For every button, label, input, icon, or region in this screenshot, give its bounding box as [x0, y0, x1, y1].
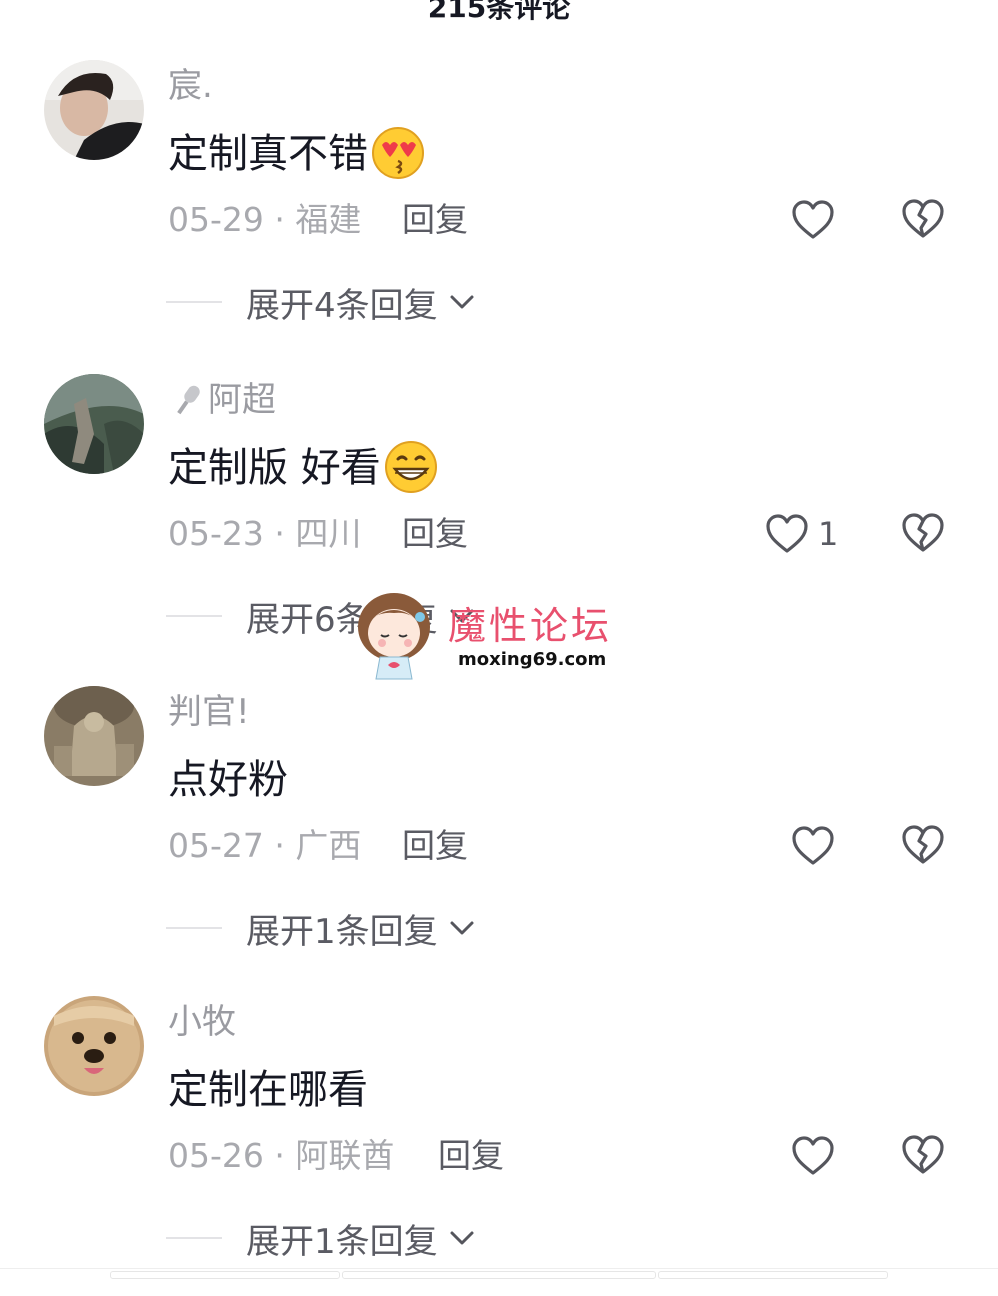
- divider-line: [166, 1237, 222, 1239]
- reply-button[interactable]: 回复: [402, 826, 468, 866]
- avatar[interactable]: [44, 686, 144, 786]
- comment-text: 定制真不错: [168, 125, 426, 181]
- dislike-button[interactable]: [900, 822, 946, 868]
- comment-item: 判官! 点好粉 05-27 · 广西 回复 展开1条回复: [0, 686, 998, 986]
- heart-icon: [790, 197, 836, 243]
- chevron-down-icon: [448, 1228, 476, 1248]
- grinning-emoji-icon: [383, 439, 439, 495]
- like-button[interactable]: [790, 822, 844, 870]
- comment-text-content: 定制真不错: [168, 131, 368, 177]
- avatar[interactable]: [44, 996, 144, 1096]
- divider-line: [166, 301, 222, 303]
- like-button[interactable]: [790, 1132, 844, 1180]
- username-text: 阿超: [208, 380, 276, 420]
- comment-text: 定制在哪看: [168, 1064, 368, 1116]
- comment-text: 点好粉: [168, 754, 288, 806]
- heart-eyes-emoji-icon: [370, 125, 426, 181]
- broken-heart-icon: [900, 196, 946, 242]
- like-button[interactable]: 1: [764, 510, 838, 558]
- expand-replies[interactable]: 展开1条回复: [166, 906, 476, 952]
- avatar[interactable]: [44, 374, 144, 474]
- broken-heart-icon: [900, 510, 946, 556]
- comment-meta: 05-29 · 福建: [168, 200, 362, 239]
- cartoon-girl-icon: [354, 587, 438, 685]
- heart-icon: [790, 823, 836, 869]
- avatar[interactable]: [44, 60, 144, 160]
- expand-replies[interactable]: 展开4条回复: [166, 280, 476, 326]
- heart-icon: [764, 511, 810, 557]
- divider-line: [166, 615, 222, 617]
- expand-replies-label: 展开1条回复: [246, 911, 438, 952]
- microphone-icon: [168, 380, 208, 420]
- reply-button[interactable]: 回复: [402, 200, 468, 240]
- comment-item: 宸. 定制真不错 05-29 · 福建 回复 展开4条回复: [0, 60, 998, 360]
- dislike-button[interactable]: [900, 196, 946, 242]
- divider-line: [166, 927, 222, 929]
- header-title: 215条评论: [427, 0, 571, 24]
- expand-replies[interactable]: 展开1条回复: [166, 1216, 476, 1262]
- comment-text: 定制版 好看: [168, 439, 439, 495]
- username[interactable]: 小牧: [168, 1002, 236, 1042]
- comment-text-content: 点好粉: [168, 757, 288, 803]
- dislike-button[interactable]: [900, 510, 946, 556]
- like-button[interactable]: [790, 196, 844, 244]
- comment-text-content: 定制在哪看: [168, 1067, 368, 1113]
- bottom-segment: [110, 1271, 340, 1279]
- chevron-down-icon: [448, 292, 476, 312]
- expand-replies-label: 展开1条回复: [246, 1221, 438, 1262]
- comment-item: 小牧 定制在哪看 05-26 · 阿联酋 回复 展开1条回复: [0, 996, 998, 1296]
- watermark: 魔性论坛 moxing69.com: [354, 585, 624, 685]
- username[interactable]: 阿超: [168, 380, 276, 420]
- heart-icon: [790, 1133, 836, 1179]
- broken-heart-icon: [900, 822, 946, 868]
- username[interactable]: 判官!: [168, 692, 250, 732]
- bottom-segment: [658, 1271, 888, 1279]
- like-count: 1: [818, 515, 839, 553]
- comment-meta: 05-23 · 四川: [168, 514, 362, 553]
- comment-meta: 05-27 · 广西: [168, 826, 362, 865]
- bottom-segment: [342, 1271, 656, 1279]
- watermark-title: 魔性论坛: [448, 604, 613, 648]
- chevron-down-icon: [448, 918, 476, 938]
- expand-replies-label: 展开4条回复: [246, 285, 438, 326]
- reply-button[interactable]: 回复: [402, 514, 468, 554]
- reply-button[interactable]: 回复: [438, 1136, 504, 1176]
- username[interactable]: 宸.: [168, 66, 213, 106]
- broken-heart-icon: [900, 1132, 946, 1178]
- dislike-button[interactable]: [900, 1132, 946, 1178]
- watermark-url: moxing69.com: [458, 649, 607, 670]
- comment-meta: 05-26 · 阿联酋: [168, 1136, 395, 1175]
- comment-text-content: 定制版 好看: [168, 445, 381, 491]
- bottom-bar: [0, 1268, 998, 1281]
